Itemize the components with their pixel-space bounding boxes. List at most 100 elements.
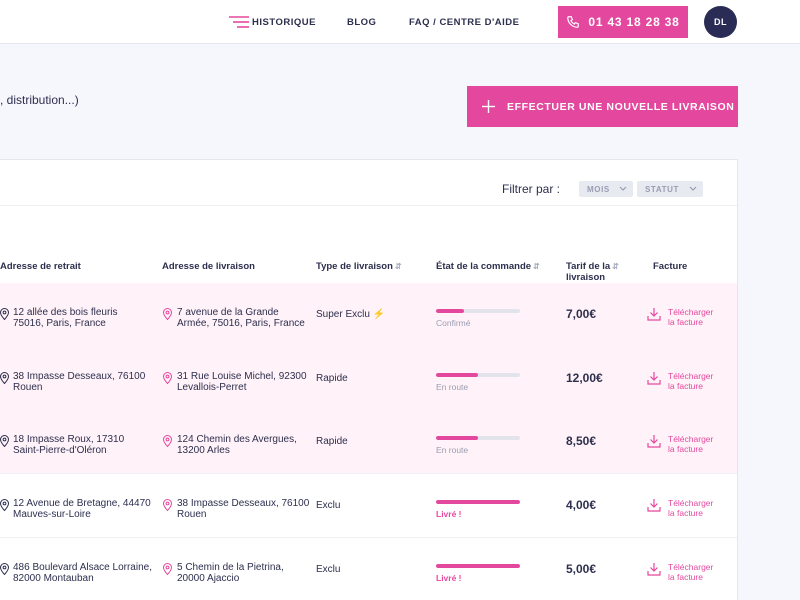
delivery-type-label: Exclu <box>316 500 341 511</box>
chevron-down-icon <box>689 186 697 191</box>
pickup-pin-icon <box>0 371 10 385</box>
nav-link-faq[interactable]: FAQ / CENTRE D'AIDE <box>409 17 519 28</box>
pickup-address: 18 Impasse Roux, 17310 Saint-Pierre-d'Olé… <box>13 434 124 456</box>
delivery-type-label: Super Exclu <box>316 309 370 320</box>
delivery-address-line2: Levallois-Perret <box>177 382 247 393</box>
download-invoice-link[interactable]: Télécharger la facture <box>668 498 713 518</box>
filter-label: Filtrer par : <box>502 182 561 196</box>
download-invoice-line1: Télécharger <box>668 434 714 444</box>
table-row: 486 Boulevard Alsace Lorraine, 82000 Mont… <box>0 537 737 600</box>
column-header-type-label: Type de livraison <box>316 261 393 272</box>
delivery-address: 31 Rue Louise Michel, 92300 Levallois-Per… <box>177 371 307 393</box>
order-progress-fill <box>436 564 520 568</box>
order-status: Livré ! <box>436 509 462 519</box>
column-header-delivery: Adresse de livraison <box>162 261 255 272</box>
download-invoice-line2: la facture <box>668 317 703 327</box>
delivery-type: Exclu <box>316 500 340 511</box>
chevron-down-icon <box>619 186 627 191</box>
order-progress-bar <box>436 373 520 377</box>
table-row: 38 Impasse Desseaux, 76100 Rouen 31 Rue Lo… <box>0 347 737 411</box>
pickup-address: 12 allée des bois fleuris 75016, Paris, F… <box>13 307 118 329</box>
pickup-address-line1: 12 allée des bois fleuris <box>13 307 118 318</box>
order-progress-fill <box>436 373 478 377</box>
download-invoice-link[interactable]: Télécharger la facture <box>668 562 713 582</box>
nav-link-historique[interactable]: HISTORIQUE <box>252 17 316 28</box>
download-invoice-line2: la facture <box>668 572 703 582</box>
delivery-address-line1: 124 Chemin des Avergues, <box>177 434 297 445</box>
delivery-pin-icon <box>162 371 173 385</box>
phone-icon <box>567 16 580 28</box>
download-icon[interactable] <box>647 307 661 321</box>
pickup-pin-icon <box>0 307 10 321</box>
new-delivery-button[interactable]: EFFECTUER UNE NOUVELLE LIVRAISON <box>467 86 738 127</box>
phone-button[interactable]: 01 43 18 28 38 <box>558 6 688 38</box>
top-navigation-bar: HISTORIQUE BLOG FAQ / CENTRE D'AIDE 01 4… <box>0 0 800 44</box>
download-icon[interactable] <box>647 498 661 512</box>
download-icon[interactable] <box>647 562 661 576</box>
pickup-address-line2: 82000 Montauban <box>13 573 94 584</box>
order-progress-bar <box>436 309 520 313</box>
column-header-state[interactable]: État de la commande ⇵ <box>436 261 540 272</box>
download-invoice-link[interactable]: Télécharger la facture <box>668 434 713 454</box>
pickup-address-line2: Saint-Pierre-d'Oléron <box>13 445 107 456</box>
plus-icon <box>482 100 495 113</box>
order-progress-bar <box>436 564 520 568</box>
pickup-address: 486 Boulevard Alsace Lorraine, 82000 Mont… <box>13 562 152 584</box>
download-invoice-link[interactable]: Télécharger la facture <box>668 371 713 391</box>
status-filter-select[interactable]: STATUT <box>637 181 703 197</box>
delivery-address: 38 Impasse Desseaux, 76100 Rouen <box>177 498 309 520</box>
delivery-price: 4,00€ <box>566 498 597 512</box>
pickup-address: 12 Avenue de Bretagne, 44470 Mauves-sur-L… <box>13 498 151 520</box>
phone-number: 01 43 18 28 38 <box>588 15 680 29</box>
order-progress-bar <box>436 500 520 504</box>
delivery-pin-icon <box>162 498 173 512</box>
month-filter-select[interactable]: MOIS <box>579 181 633 197</box>
delivery-type: Exclu <box>316 564 340 575</box>
order-progress-fill <box>436 500 520 504</box>
delivery-pin-icon <box>162 562 173 576</box>
pickup-address-line2: Rouen <box>13 382 43 393</box>
order-status: Confirmé <box>436 318 471 328</box>
delivery-address-line2: 20000 Ajaccio <box>177 573 240 584</box>
download-icon[interactable] <box>647 371 661 385</box>
delivery-address-line1: 31 Rue Louise Michel, 92300 <box>177 371 307 382</box>
pickup-address-line2: Mauves-sur-Loire <box>13 509 91 520</box>
delivery-pin-icon <box>162 307 173 321</box>
page-subtitle: , distribution...) <box>0 93 79 107</box>
nav-link-blog[interactable]: BLOG <box>347 17 376 28</box>
download-invoice-line1: Télécharger <box>668 307 714 317</box>
new-delivery-label: EFFECTUER UNE NOUVELLE LIVRAISON <box>507 100 735 113</box>
delivery-type-label: Rapide <box>316 373 348 384</box>
download-invoice-link[interactable]: Télécharger la facture <box>668 307 713 327</box>
delivery-type-label: Rapide <box>316 436 348 447</box>
delivery-address-line2: 13200 Arles <box>177 445 230 456</box>
user-avatar[interactable]: DL <box>704 6 737 38</box>
delivery-type: Super Exclu ⚡ <box>316 309 385 320</box>
history-lines-icon <box>229 16 249 28</box>
pickup-pin-icon <box>0 498 10 512</box>
pickup-address: 38 Impasse Desseaux, 76100 Rouen <box>13 371 145 393</box>
pickup-address-line1: 38 Impasse Desseaux, 76100 <box>13 371 146 382</box>
pickup-pin-icon <box>0 562 10 576</box>
column-header-type[interactable]: Type de livraison ⇵ <box>316 261 402 272</box>
status-filter-value: STATUT <box>645 184 679 194</box>
delivery-address-line1: 38 Impasse Desseaux, 76100 <box>177 498 310 509</box>
card-divider <box>0 205 737 206</box>
download-invoice-line1: Télécharger <box>668 371 714 381</box>
delivery-address: 124 Chemin des Avergues, 13200 Arles <box>177 434 297 456</box>
column-header-state-label: État de la commande <box>436 261 532 272</box>
delivery-type: Rapide <box>316 436 348 447</box>
delivery-address-line2: Armée, 75016, Paris, France <box>177 318 305 329</box>
pickup-address-line1: 12 Avenue de Bretagne, 44470 <box>13 498 151 509</box>
order-progress-fill <box>436 309 464 313</box>
sort-icon: ⇵ <box>394 262 402 271</box>
delivery-address: 7 avenue de la Grande Armée, 75016, Paris… <box>177 307 305 329</box>
order-progress-fill <box>436 436 478 440</box>
delivery-price: 7,00€ <box>566 307 597 321</box>
delivery-price: 5,00€ <box>566 562 597 576</box>
download-icon[interactable] <box>647 434 661 448</box>
column-header-price[interactable]: Tarif de la ⇵ livraison <box>566 261 619 283</box>
month-filter-value: MOIS <box>587 184 610 194</box>
pickup-address-line1: 18 Impasse Roux, 17310 <box>13 434 125 445</box>
download-invoice-line2: la facture <box>668 508 703 518</box>
